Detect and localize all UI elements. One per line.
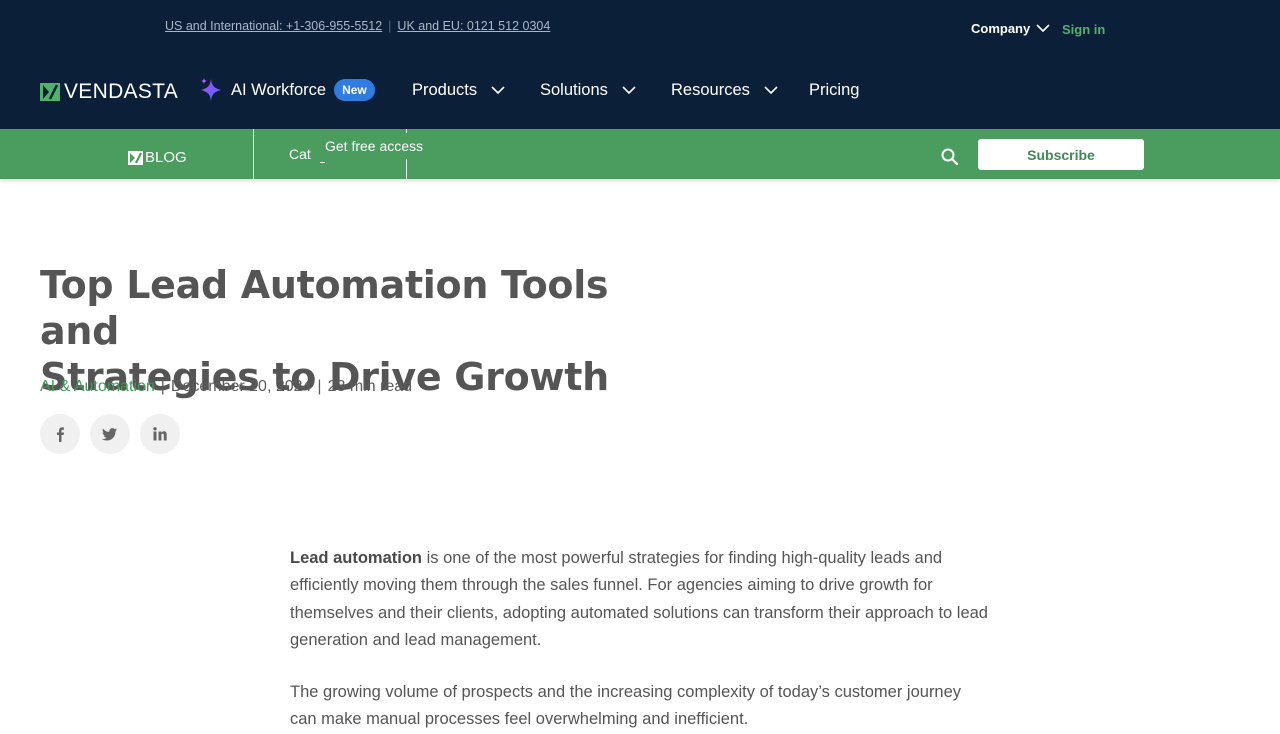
article-meta: AI & Automation | December 20, 2024 | 23…	[40, 378, 412, 396]
article-category-link[interactable]: AI & Automation	[40, 378, 155, 396]
search-icon[interactable]	[940, 147, 960, 167]
sparkle-icon	[201, 78, 221, 101]
lead-automation-bold: Lead automation	[290, 549, 423, 567]
nav-solutions-label: Solutions	[540, 81, 608, 99]
article-date: December 20, 2024	[170, 378, 312, 395]
article-title-line1: Top Lead Automation Tools and	[40, 263, 609, 353]
company-menu[interactable]: Company	[971, 21, 1050, 36]
categories-dropdown[interactable]: Cat	[289, 146, 311, 162]
nav-ai-workforce[interactable]: AI Workforce New	[199, 77, 375, 103]
nav-solutions[interactable]: Solutions	[540, 81, 636, 100]
nav-products-label: Products	[412, 81, 478, 99]
chevron-down-icon	[764, 86, 778, 95]
paragraph-text: The growing volume of prospects and the …	[290, 683, 962, 729]
vendasta-logo-icon	[128, 150, 143, 165]
nav-resources-label: Resources	[671, 81, 750, 99]
vendasta-logo[interactable]: VENDASTA	[40, 80, 178, 104]
nav-products[interactable]: Products	[412, 81, 505, 100]
blog-label: BLOG	[145, 149, 187, 166]
phone-numbers: US and International: +1-306-955-5512 | …	[165, 19, 550, 33]
chevron-down-icon	[622, 86, 636, 95]
ai-workforce-label: AI Workforce	[231, 80, 327, 99]
nav-resources[interactable]: Resources	[671, 81, 778, 100]
article-read-time: 23 min read	[327, 378, 413, 395]
vendasta-logo-icon	[40, 83, 60, 101]
chevron-down-icon	[491, 86, 505, 95]
share-facebook-button[interactable]	[40, 414, 80, 454]
get-free-access-tooltip[interactable]: Get free access	[313, 133, 436, 159]
article-paragraph: The growing volume of prospects and the …	[290, 679, 990, 734]
logo-text: VENDASTA	[64, 80, 179, 103]
company-label: Company	[971, 21, 1031, 36]
twitter-icon	[102, 428, 117, 441]
article-paragraph: Lead automation is one of the most power…	[290, 545, 990, 654]
linkedin-icon	[153, 427, 167, 441]
share-twitter-button[interactable]	[90, 414, 130, 454]
site-header: US and International: +1-306-955-5512 | …	[0, 0, 1280, 129]
facebook-icon	[57, 427, 64, 442]
meta-separator: |	[317, 378, 322, 395]
subscribe-button[interactable]: Subscribe	[978, 139, 1144, 170]
blog-logo[interactable]: BLOG	[128, 149, 187, 166]
nav-pricing-label: Pricing	[809, 81, 860, 99]
meta-separator: |	[160, 378, 165, 395]
phone-separator: |	[388, 19, 392, 33]
categories-underline	[320, 162, 325, 163]
chevron-down-icon	[1036, 24, 1050, 33]
phone-us-link[interactable]: US and International: +1-306-955-5512	[165, 19, 382, 33]
new-badge: New	[334, 79, 375, 101]
nav-pricing[interactable]: Pricing	[809, 81, 859, 100]
sign-in-link[interactable]: Sign in	[1062, 22, 1105, 37]
divider	[253, 129, 254, 179]
phone-uk-link[interactable]: UK and EU: 0121 512 0304	[397, 19, 550, 33]
share-linkedin-button[interactable]	[140, 414, 180, 454]
